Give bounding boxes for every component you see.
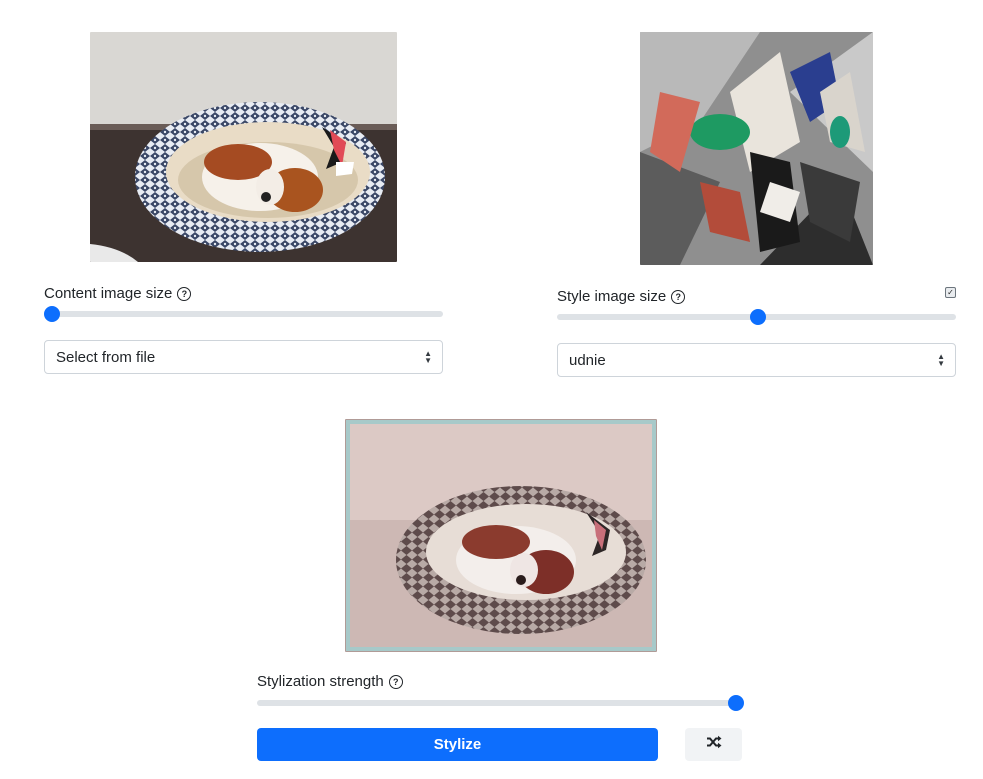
content-size-slider[interactable] [44,306,443,322]
content-source-value: Select from file [56,348,156,366]
stylized-image [345,419,657,652]
style-source-value: udnie [569,351,606,369]
select-caret-icon: ▲ ▼ [424,349,432,365]
style-size-label: Style image size [557,288,667,305]
style-size-label-row: Style image size ? [557,288,686,306]
help-icon[interactable]: ? [388,675,403,689]
style-image [640,32,873,265]
slider-track [44,311,443,317]
help-icon[interactable]: ? [177,287,192,301]
randomize-button[interactable] [685,728,742,761]
strength-label: Stylization strength [257,673,384,690]
strength-slider[interactable] [257,695,744,711]
select-caret-icon: ▲ ▼ [937,352,945,368]
stylize-button[interactable]: Stylize [257,728,658,761]
content-size-label: Content image size [44,285,173,302]
slider-thumb[interactable] [728,695,744,711]
strength-label-row: Stylization strength ? [257,673,403,691]
shuffle-icon [706,735,722,754]
slider-thumb[interactable] [44,306,60,322]
help-icon[interactable]: ? [671,290,686,304]
content-size-label-row: Content image size ? [44,285,192,303]
style-size-slider[interactable] [557,309,956,325]
content-source-select[interactable]: Select from file ▲ ▼ [44,340,443,374]
slider-track [257,700,742,706]
style-source-select[interactable]: udnie ▲ ▼ [557,343,956,377]
stylize-button-label: Stylize [433,736,482,753]
slider-thumb[interactable] [749,309,766,325]
content-image [90,32,397,262]
style-option-checkbox[interactable]: ✓ [945,287,956,298]
